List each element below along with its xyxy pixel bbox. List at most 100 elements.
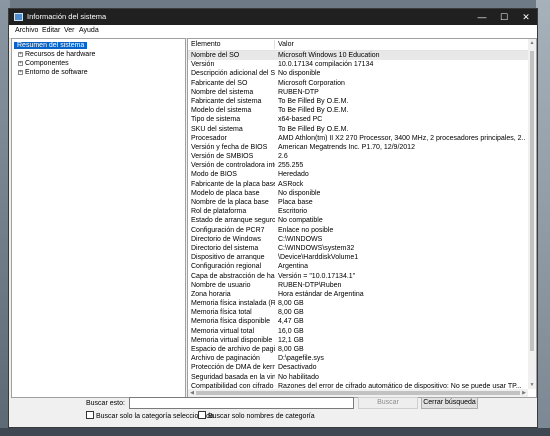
item-name-cell: Zona horaria — [191, 290, 231, 298]
item-value-cell: 4,47 GB — [278, 318, 304, 326]
column-divider[interactable] — [274, 40, 275, 49]
item-name-cell: Fabricante del sistema — [191, 97, 262, 105]
table-row[interactable]: Nombre de la placa base Placa base — [188, 198, 528, 207]
item-value-cell: Placa base — [278, 199, 313, 206]
table-row[interactable]: Configuración regional Argentina — [188, 262, 528, 271]
item-name-cell: Nombre de usuario — [191, 281, 251, 289]
item-value-cell: Microsoft Corporation — [278, 79, 345, 87]
table-row[interactable]: Directorio de Windows C:\WINDOWS — [188, 235, 528, 244]
item-value-cell: 8,00 GB — [278, 309, 304, 317]
item-value-cell: AMD Athlon(tm) II X2 270 Processor, 3400… — [278, 134, 526, 142]
item-name-cell: Versión de controladora integ — [191, 162, 275, 170]
table-row[interactable]: Protección de DMA de kernel Desactivado — [188, 363, 528, 372]
table-row[interactable]: Dispositivo de arranque \Device\HarddiskV… — [188, 253, 528, 262]
table-row[interactable]: Procesador AMD Athlon(tm) II X2 270 Proce… — [188, 134, 528, 143]
item-name-cell: Descripción adicional del SO — [191, 70, 275, 78]
table-row[interactable]: Fabricante de la placa base ASRock — [188, 180, 528, 189]
table-row[interactable]: Fabricante del SO Microsoft Corporation — [188, 79, 528, 88]
table-row[interactable]: Fabricante del sistema To Be Filled By O.… — [188, 97, 528, 106]
search-category-names-option[interactable]: Buscar solo nombres de categoría — [198, 411, 315, 420]
table-row[interactable]: Archivo de paginación D:\pagefile.sys — [188, 354, 528, 363]
minimize-button[interactable]: — — [471, 9, 493, 25]
table-row[interactable]: Tipo de sistema x64-based PC — [188, 115, 528, 124]
item-name-cell: Nombre de la placa base — [191, 199, 269, 206]
table-row[interactable]: SKU del sistema To Be Filled By O.E.M. — [188, 125, 528, 134]
system-information-window: Información del sistema — ☐ ✕ Archivo Ed… — [8, 8, 538, 428]
table-row[interactable]: Versión y fecha de BIOS American Megatren… — [188, 143, 528, 152]
table-row[interactable]: Seguridad basada en la virtualNo habilit… — [188, 373, 528, 382]
table-row[interactable]: Modelo del sistema To Be Filled By O.E.M. — [188, 106, 528, 115]
tree-item-software-environment[interactable]: + Entorno de software — [18, 68, 88, 77]
column-header-value[interactable]: Valor — [278, 41, 294, 48]
table-row[interactable]: Versión de SMBIOS 2.6 — [188, 152, 528, 161]
tree-item-components[interactable]: + Componentes — [18, 59, 69, 68]
tree-item-hardware-resources[interactable]: + Recursos de hardware — [18, 50, 95, 59]
search-selected-category-option[interactable]: Buscar solo la categoría seleccionada — [86, 411, 214, 420]
table-row[interactable]: Configuración de PCR7 Enlace no posible — [188, 226, 528, 235]
item-value-cell: x64-based PC — [278, 116, 323, 124]
table-row[interactable]: Memoria virtual total 16,0 GB — [188, 327, 528, 336]
checkbox-label: Buscar solo nombres de categoría — [208, 413, 315, 420]
table-row[interactable]: Descripción adicional del SO No disponibl… — [188, 69, 528, 78]
table-row[interactable]: Memoria física disponible 4,47 GB — [188, 317, 528, 326]
table-row[interactable]: Modelo de placa base No disponible — [188, 189, 528, 198]
horizontal-scroll-thumb[interactable] — [196, 391, 520, 395]
scroll-down-arrow-icon[interactable]: ▼ — [528, 381, 536, 389]
vertical-scrollbar[interactable]: ▲ ▼ — [528, 39, 536, 389]
table-row[interactable]: Modo de BIOS Heredado — [188, 170, 528, 179]
tree-item-label: Componentes — [25, 60, 69, 67]
find-button[interactable]: Buscar — [358, 397, 418, 409]
app-icon — [14, 13, 23, 21]
table-row[interactable]: Espacio de archivo de paginaci8,00 GB — [188, 345, 528, 354]
item-name-cell: Versión de SMBIOS — [191, 153, 254, 161]
checkbox[interactable] — [86, 411, 94, 419]
scroll-up-arrow-icon[interactable]: ▲ — [528, 39, 536, 47]
item-name-cell: Fabricante de la placa base — [191, 180, 275, 188]
scroll-right-arrow-icon[interactable]: ▶ — [520, 389, 528, 397]
category-tree: Resumen del sistema + Recursos de hardwar… — [11, 38, 186, 398]
item-name-cell: Modelo de placa base — [191, 189, 260, 197]
expander-plus-icon[interactable]: + — [18, 70, 23, 75]
table-row[interactable]: Zona horaria Hora estándar de Argentina — [188, 290, 528, 299]
search-input[interactable] — [129, 397, 354, 409]
item-name-cell: Configuración regional — [191, 263, 262, 271]
item-name-cell: Tipo de sistema — [191, 116, 241, 124]
table-row[interactable]: Memoria virtual disponible 12,1 GB — [188, 336, 528, 345]
expander-plus-icon[interactable]: + — [18, 61, 23, 66]
table-row[interactable]: Versión de controladora integ 255.255 — [188, 161, 528, 170]
menu-ver[interactable]: Ver — [64, 27, 75, 34]
table-row[interactable]: Nombre del sistema RUBEN-DTP — [188, 88, 528, 97]
close-search-button[interactable]: Cerrar búsqueda — [421, 397, 478, 409]
close-button[interactable]: ✕ — [515, 9, 537, 25]
menu-editar[interactable]: Editar — [42, 27, 60, 34]
scroll-left-arrow-icon[interactable]: ◀ — [188, 389, 196, 397]
item-name-cell: Directorio del sistema — [191, 244, 259, 252]
tree-item-system-summary[interactable]: Resumen del sistema — [14, 41, 88, 50]
menu-archivo[interactable]: Archivo — [15, 27, 38, 34]
table-row[interactable]: Nombre del SO Microsoft Windows 10 Educat… — [188, 51, 528, 61]
item-value-cell: RUBEN-DTP — [278, 88, 319, 96]
maximize-button[interactable]: ☐ — [493, 9, 515, 25]
item-value-cell: RUBEN-DTP\Ruben — [278, 281, 342, 289]
checkbox[interactable] — [198, 411, 206, 419]
table-row[interactable]: Estado de arranque seguro No compatible — [188, 216, 528, 225]
item-name-cell: Protección de DMA de kernel — [191, 364, 275, 372]
item-name-cell: Espacio de archivo de paginaci — [191, 346, 275, 353]
horizontal-scrollbar[interactable]: ◀ ▶ — [188, 389, 528, 397]
item-value-cell: 16,0 GB — [278, 327, 304, 335]
vertical-scroll-thumb[interactable] — [530, 51, 534, 351]
tree-item-label: Resumen del sistema — [14, 42, 88, 49]
item-value-cell: Versión = "10.0.17134.1" — [278, 272, 356, 280]
menu-ayuda[interactable]: Ayuda — [79, 27, 99, 34]
column-header-element[interactable]: Elemento — [191, 41, 221, 48]
table-row[interactable]: Directorio del sistema C:\WINDOWS\system3… — [188, 244, 528, 253]
table-row[interactable]: Nombre de usuario RUBEN-DTP\Ruben — [188, 281, 528, 290]
table-row[interactable]: Rol de plataforma Escritorio — [188, 207, 528, 216]
expander-plus-icon[interactable]: + — [18, 52, 23, 57]
table-row[interactable]: Memoria física total 8,00 GB — [188, 308, 528, 317]
item-name-cell: Seguridad basada en la virtual — [191, 373, 275, 381]
table-row[interactable]: Capa de abstracción de hardwVersión = "1… — [188, 272, 528, 281]
table-row[interactable]: Versión 10.0.17134 compilación 17134 — [188, 60, 528, 69]
table-row[interactable]: Memoria física instalada (RAM)8,00 GB — [188, 299, 528, 308]
item-name-cell: Memoria física disponible — [191, 318, 270, 326]
